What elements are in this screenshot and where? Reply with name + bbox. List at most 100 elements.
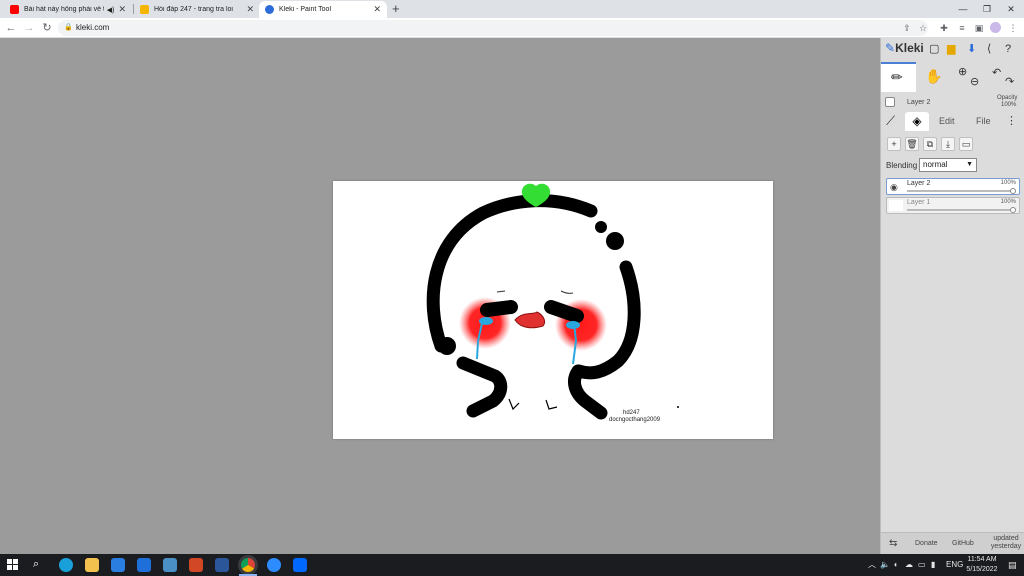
powerpoint-icon[interactable] bbox=[189, 558, 203, 572]
canvas-area[interactable]: hd247 docngocthang2009 bbox=[0, 38, 880, 554]
layer-name: Layer 2 bbox=[907, 180, 931, 187]
rename-layer-icon[interactable]: ▭ bbox=[959, 137, 973, 151]
current-layer-label: Layer 2 bbox=[907, 99, 931, 106]
dot-medium bbox=[606, 232, 624, 250]
brows bbox=[496, 290, 574, 294]
duplicate-layer-icon[interactable]: ⧉ bbox=[923, 137, 937, 151]
tab-kleki[interactable]: Kleki - Paint Tool ✕ bbox=[259, 1, 387, 18]
network-icon[interactable]: ▭ bbox=[918, 559, 926, 571]
hoidap-icon bbox=[140, 5, 149, 14]
notification-icon[interactable]: ▤ bbox=[1008, 559, 1017, 571]
clock[interactable]: 11:54 AM 5/15/2022 bbox=[962, 555, 1002, 575]
layers-tab[interactable]: ◈ bbox=[905, 112, 929, 131]
bookmark-star-icon[interactable]: ☆ bbox=[916, 21, 930, 35]
updated-line-2: yesterday bbox=[990, 543, 1022, 550]
side-panel-icon[interactable]: ▣ bbox=[972, 21, 986, 35]
github-link[interactable]: GitHub bbox=[952, 540, 974, 547]
tab-hoidap[interactable]: Hỏi đáp 247 - trang tra loi ✕ bbox=[134, 1, 260, 18]
save-icon[interactable]: ▆ bbox=[947, 41, 955, 57]
mail-icon[interactable] bbox=[137, 558, 151, 572]
new-tab-button[interactable]: + bbox=[392, 2, 400, 16]
zoom-out-icon[interactable]: ⊖ bbox=[970, 74, 979, 90]
zoom-icon[interactable] bbox=[267, 558, 281, 572]
share-icon[interactable]: ⟨ bbox=[987, 41, 991, 57]
kleki-logo-text: Kleki bbox=[895, 41, 924, 55]
address-toolbar: ← → ↻ 🔒 kleki.com ⇪ ☆ ✚ ≡ ▣ ⋮ bbox=[0, 18, 1024, 38]
extensions-icon[interactable]: ✚ bbox=[937, 21, 951, 35]
back-icon[interactable]: ← bbox=[4, 21, 18, 35]
layer-opacity-knob[interactable] bbox=[1010, 188, 1016, 194]
cloud-icon[interactable]: ☁ bbox=[905, 559, 913, 571]
feet-lines bbox=[508, 398, 558, 411]
tab-file[interactable]: File bbox=[976, 116, 991, 126]
merge-layer-icon[interactable]: ⤓ bbox=[941, 137, 955, 151]
url-bar[interactable]: 🔒 kleki.com bbox=[58, 20, 928, 36]
dot-small bbox=[595, 221, 607, 233]
kleki-logo[interactable]: ✎Kleki bbox=[885, 41, 924, 55]
language-indicator[interactable]: ENG bbox=[946, 559, 963, 571]
word-icon[interactable] bbox=[215, 558, 229, 572]
layer-opacity-slider[interactable] bbox=[907, 209, 1015, 211]
credit-line-1: hd247 bbox=[623, 410, 640, 416]
layer-row[interactable]: ◉ Layer 2 100% bbox=[886, 178, 1020, 195]
new-image-icon[interactable]: ▢ bbox=[929, 41, 939, 57]
help-icon[interactable]: ? bbox=[1005, 41, 1011, 57]
brush-icon: ✏ bbox=[891, 69, 903, 85]
mouth bbox=[514, 311, 546, 329]
reload-icon[interactable]: ↻ bbox=[40, 21, 54, 35]
windows-start-icon[interactable] bbox=[7, 559, 18, 570]
brush-tool-button[interactable]: ✏ bbox=[881, 62, 916, 92]
forward-icon[interactable]: → bbox=[22, 21, 36, 35]
layer-opacity-knob[interactable] bbox=[1010, 207, 1016, 213]
layer-thumbnail bbox=[889, 200, 903, 211]
restore-icon[interactable]: ❐ bbox=[976, 2, 998, 16]
visibility-icon[interactable]: ◉ bbox=[890, 182, 898, 193]
close-icon[interactable]: ✕ bbox=[373, 4, 381, 15]
undo-icon[interactable]: ↶ bbox=[992, 65, 1001, 81]
store-icon[interactable] bbox=[111, 558, 125, 572]
chrome-icon[interactable] bbox=[241, 558, 255, 572]
volume-icon[interactable]: 🔈 bbox=[880, 559, 890, 571]
zalo-icon[interactable] bbox=[293, 558, 307, 572]
close-window-icon[interactable]: ✕ bbox=[1000, 2, 1022, 16]
layer-opacity-slider[interactable] bbox=[907, 190, 1015, 192]
blending-select[interactable]: normal ▼ bbox=[919, 158, 977, 172]
layer-row[interactable]: Layer 1 100% bbox=[886, 197, 1020, 214]
minimize-icon[interactable]: — bbox=[952, 2, 974, 16]
drawing-canvas[interactable]: hd247 docngocthang2009 bbox=[333, 181, 773, 439]
swap-icon[interactable]: ⇆ bbox=[889, 538, 897, 549]
tab-edit[interactable]: Edit bbox=[939, 116, 955, 126]
search-icon[interactable]: ⌕ bbox=[33, 558, 39, 571]
battery-icon[interactable]: ▮ bbox=[931, 559, 935, 571]
opacity-value: 100% bbox=[1001, 102, 1017, 108]
mic-icon[interactable]: ◖ bbox=[893, 559, 898, 571]
tray-chevron-icon[interactable]: ︿ bbox=[868, 559, 876, 571]
media-icon[interactable]: ≡ bbox=[955, 21, 969, 35]
edge-icon[interactable] bbox=[59, 558, 73, 572]
brush-tab-icon[interactable]: ⟋ bbox=[886, 113, 895, 129]
youtube-icon bbox=[10, 5, 19, 14]
delete-layer-icon[interactable]: 🗑 bbox=[905, 137, 919, 151]
layer-opacity: 100% bbox=[1000, 180, 1016, 186]
hand-tool-icon[interactable]: ✋ bbox=[925, 68, 942, 84]
camera-icon[interactable] bbox=[163, 558, 177, 572]
kleki-logo-icon: ✎ bbox=[885, 41, 896, 55]
redo-icon[interactable]: ↷ bbox=[1005, 74, 1014, 90]
close-icon[interactable]: ✕ bbox=[118, 4, 126, 15]
add-layer-button[interactable]: + bbox=[887, 137, 901, 151]
browser-tab-bar: Bài hát này hông phải về tình ◀) ✕ Hỏi đ… bbox=[0, 0, 1024, 18]
audio-icon[interactable]: ◀) bbox=[107, 6, 115, 14]
file-explorer-icon[interactable] bbox=[85, 558, 99, 572]
close-icon[interactable]: ✕ bbox=[246, 4, 254, 15]
download-icon[interactable]: ⬇ bbox=[967, 41, 976, 57]
profile-avatar[interactable] bbox=[990, 22, 1001, 33]
donate-link[interactable]: Donate bbox=[915, 540, 938, 547]
zoom-in-icon[interactable]: ⊕ bbox=[958, 64, 967, 80]
layers-icon: ◈ bbox=[912, 114, 922, 128]
tab-youtube[interactable]: Bài hát này hông phải về tình ◀) ✕ bbox=[4, 1, 132, 18]
more-options-icon[interactable]: ⋮ bbox=[1006, 113, 1017, 129]
tab-label: Bài hát này hông phải về tình bbox=[24, 6, 104, 13]
share-icon[interactable]: ⇪ bbox=[900, 21, 914, 35]
updated-line-1: updated bbox=[993, 535, 1019, 542]
menu-icon[interactable]: ⋮ bbox=[1006, 21, 1020, 35]
